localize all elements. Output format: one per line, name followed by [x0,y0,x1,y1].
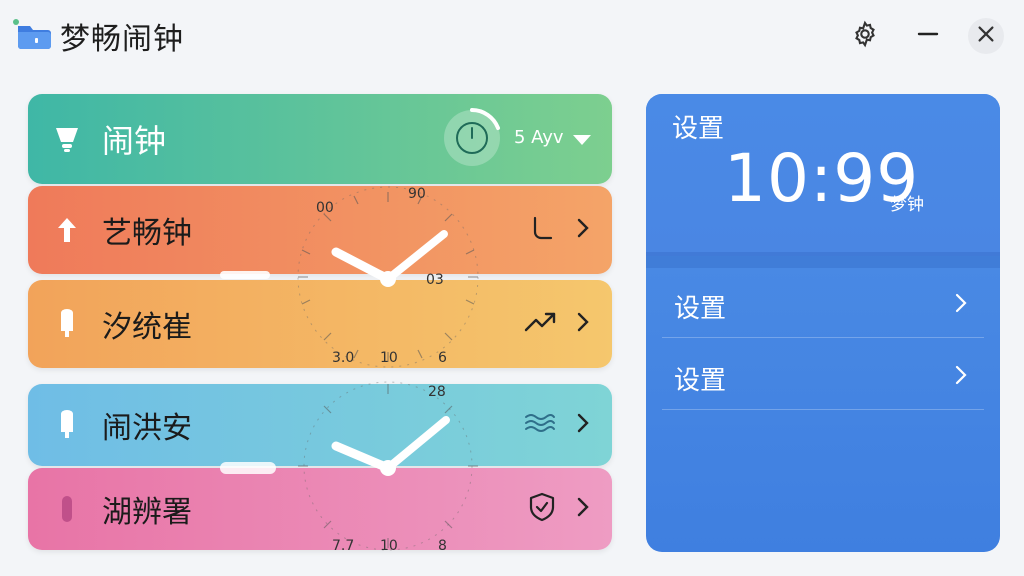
alarm-list: 闹钟 5 Ayv 艺畅钟 汐统崔 闹洪安 湖辨署 [28,94,612,552]
power-icon[interactable] [440,106,504,170]
settings-row-1[interactable]: 设置 [662,340,984,410]
dropdown-arrow-icon[interactable] [572,132,592,151]
waves-icon [524,411,556,439]
chevron-right-icon[interactable] [576,496,590,522]
alarm-label: 闹钟 [102,122,167,160]
settings-row-label: 设置 [674,294,727,324]
scroll-handle[interactable] [220,271,270,279]
alarm-label: 汐统崔 [102,310,192,345]
folder-app-icon [12,18,52,50]
settings-title: 设置 [672,114,725,144]
capsule-icon [52,308,82,340]
chevron-right-icon[interactable] [576,217,590,243]
chevron-right-icon[interactable] [576,311,590,337]
shield-icon [528,492,556,526]
time-tag: 梦钟 [890,195,924,215]
settings-header: 设置 10:99 梦钟 [646,94,1000,256]
scroll-handle[interactable] [220,462,276,474]
chevron-right-icon [954,364,968,390]
close-button[interactable] [968,18,1004,54]
minimize-button[interactable] [910,18,946,54]
capsule-icon [52,493,82,525]
chevron-right-icon [954,292,968,318]
alarm-label: 湖辨署 [102,495,192,530]
settings-row-label: 设置 [674,366,727,396]
settings-panel: 设置 10:99 梦钟 设置 设置 [646,94,1000,552]
divider [646,252,1000,268]
alarm-card-1[interactable]: 艺畅钟 [28,186,612,274]
chevron-right-icon[interactable] [576,412,590,438]
settings-row-0[interactable]: 设置 [662,268,984,338]
gear-icon [851,20,879,52]
close-icon [975,23,997,49]
settings-button[interactable] [847,18,883,54]
alarm-card-4[interactable]: 湖辨署 [28,468,612,550]
capsule-icon [52,409,82,441]
alarm-card-2[interactable]: 汐统崔 [28,280,612,368]
hook-icon [530,214,556,246]
minimize-icon [916,22,940,50]
trend-up-icon [524,310,556,338]
alarm-period: 5 Ayv [514,127,564,148]
alarm-label: 闹洪安 [102,411,192,446]
app-title: 梦畅闹钟 [60,22,184,57]
alarm-card-3[interactable]: 闹洪安 [28,384,612,466]
alarm-card-0[interactable]: 闹钟 5 Ayv [28,94,612,184]
title-bar: 梦畅闹钟 [0,0,1024,70]
arrow-up-icon [52,214,82,246]
alarm-label: 艺畅钟 [102,216,192,251]
bulb-icon [52,123,82,155]
